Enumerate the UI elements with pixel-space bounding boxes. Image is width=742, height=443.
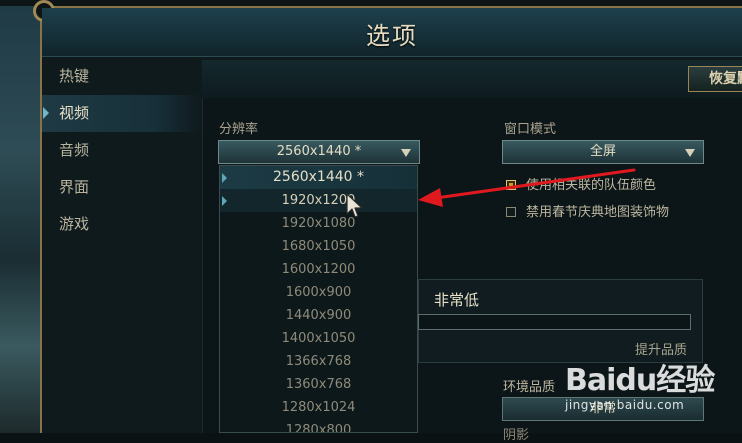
sidebar: 热键 视频 音频 界面 游戏: [42, 58, 202, 243]
resolution-dropdown-list: 2560x1440 * 1920x1200 1920x1080 1680x105…: [219, 165, 418, 433]
resolution-label: 分辨率: [219, 122, 259, 137]
graphics-quality-slider[interactable]: [418, 314, 691, 330]
resolution-option[interactable]: 1400x1050: [220, 327, 417, 350]
resolution-option[interactable]: 1680x1050: [220, 235, 417, 258]
sidebar-item-label: 音频: [59, 141, 90, 159]
resolution-option[interactable]: 1920x1200: [220, 189, 417, 212]
resolution-option[interactable]: 1600x900: [220, 281, 417, 304]
sidebar-item-label: 视频: [59, 104, 90, 122]
chevron-down-icon: [401, 149, 411, 157]
shadow-label: 阴影: [503, 428, 530, 443]
resolution-option[interactable]: 1280x1024: [220, 396, 417, 419]
sidebar-item-video[interactable]: 视频: [42, 95, 202, 132]
restore-defaults-button[interactable]: 恢复默: [688, 66, 742, 92]
resolution-option[interactable]: 1920x1080: [220, 212, 417, 235]
resolution-select[interactable]: 2560x1440 *: [218, 140, 420, 164]
resolution-option[interactable]: 1600x1200: [220, 258, 417, 281]
sidebar-item-audio[interactable]: 音频: [42, 132, 202, 169]
environment-quality-label: 环境品质: [503, 380, 556, 395]
sidebar-item-label: 游戏: [59, 215, 90, 233]
team-color-checkbox-row[interactable]: 使用相关联的队伍颜色: [506, 174, 656, 193]
festival-decor-checkbox[interactable]: [506, 207, 516, 217]
resolution-select-value: 2560x1440 *: [276, 144, 362, 159]
team-color-checkbox-label: 使用相关联的队伍颜色: [526, 178, 657, 193]
window-mode-label: 窗口模式: [504, 122, 557, 137]
resolution-option[interactable]: 1280x800: [220, 419, 417, 432]
window-mode-select-value: 全屏: [589, 144, 616, 159]
resolution-option[interactable]: 1366x768: [220, 350, 417, 373]
upgrade-quality-link[interactable]: 提升品质: [635, 339, 687, 358]
team-color-checkbox[interactable]: [506, 180, 516, 190]
resolution-option[interactable]: 1360x768: [220, 373, 417, 396]
mouse-cursor-icon: [346, 193, 363, 218]
resolution-option[interactable]: 2560x1440 *: [220, 166, 417, 189]
window-mode-select[interactable]: 全屏: [502, 140, 704, 164]
sidebar-item-hotkeys[interactable]: 热键: [42, 58, 202, 95]
resolution-option[interactable]: 1440x900: [220, 304, 417, 327]
sidebar-item-label: 热键: [59, 67, 90, 85]
background-scene: [0, 0, 44, 433]
watermark-url: jingyan.baidu.com: [565, 398, 685, 412]
watermark-logo: Baidu经验: [565, 363, 715, 398]
festival-decor-checkbox-row[interactable]: 禁用春节庆典地图装饰物: [506, 201, 669, 220]
window-title: 选项: [366, 22, 418, 50]
sidebar-item-label: 界面: [59, 178, 90, 196]
festival-decor-checkbox-label: 禁用春节庆典地图装饰物: [526, 205, 670, 220]
chevron-down-icon: [685, 149, 695, 157]
graphics-quality-value: 非常低: [434, 291, 480, 309]
window-titlebar: 选项: [42, 8, 742, 57]
settings-content-header: [202, 60, 742, 98]
sidebar-item-interface[interactable]: 界面: [42, 169, 202, 206]
baidu-watermark: Baidu经验 jingyan.baidu.com: [565, 366, 735, 426]
sidebar-item-game[interactable]: 游戏: [42, 206, 202, 243]
